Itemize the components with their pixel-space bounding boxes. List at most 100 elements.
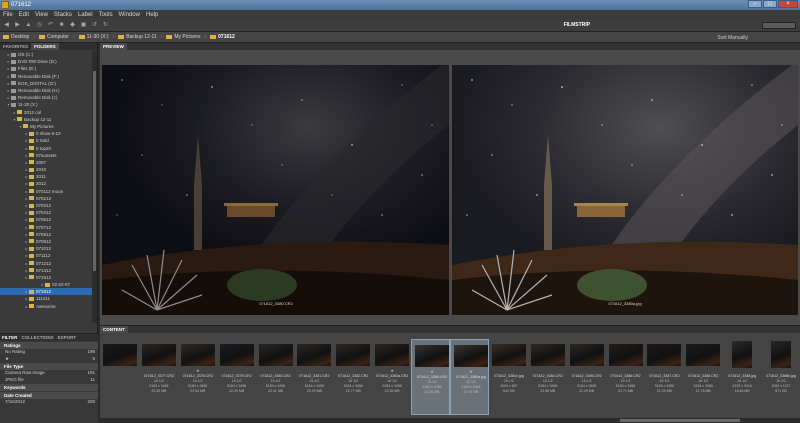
tree-item[interactable]: ▸ 071512 [0, 274, 93, 281]
refine-icon[interactable]: ◆ [69, 22, 76, 29]
tree-item[interactable]: ▸ Awesome [0, 303, 93, 310]
return-icon[interactable]: ↶ [47, 22, 54, 29]
tree-item[interactable]: ▸ 071012 [0, 245, 93, 252]
tree-item[interactable]: ▸ 070112 moon [0, 188, 93, 195]
tree-item[interactable]: ▸ 2012 [0, 180, 93, 187]
menu-stacks[interactable]: Stacks [54, 12, 72, 18]
tree-item[interactable]: ▸ 2011 [0, 173, 93, 180]
tree-item[interactable]: ▸ 070212 [0, 195, 93, 202]
filter-section-header[interactable]: Keywords [0, 384, 98, 391]
forward-icon[interactable]: ▶ [14, 22, 21, 29]
workspace-filmstrip[interactable]: FILMSTRIP [564, 22, 590, 28]
filter-row[interactable]: ★ 5 [0, 356, 98, 363]
tree-item[interactable]: ▸ 071112 [0, 252, 93, 259]
menu-label[interactable]: Label [78, 12, 93, 18]
thumbnail[interactable]: 071612_3385.CR2 15 1/2 5184 x 3456 22.29 MB [567, 339, 605, 415]
tree-item[interactable]: ▸ 2012 cal [0, 109, 93, 116]
menu-view[interactable]: View [35, 12, 48, 18]
tab-favorites[interactable]: FAVORITES [0, 43, 31, 50]
menu-tools[interactable]: Tools [99, 12, 113, 18]
rotate-left-icon[interactable]: ↺ [91, 22, 98, 29]
tree-item[interactable]: ▸ 071212 [0, 259, 93, 266]
tree-item[interactable]: ▸ 111311 [0, 295, 93, 302]
tree-item[interactable]: ▸ 070412 [0, 209, 93, 216]
tab-filter[interactable]: FILTER [2, 334, 17, 341]
tree-item[interactable]: ▸ OS (C:) [0, 51, 93, 58]
thumbnail[interactable]: ★ 071612_3380a.jpg 15 1/2 5184 x 3456 17.42 … [449, 339, 489, 415]
breadcrumb-item[interactable]: Computer › [39, 34, 75, 40]
filter-row[interactable]: 7/16/2012 200 [0, 399, 98, 406]
tree-item[interactable]: ▸ 07sunsets [0, 152, 93, 159]
search-input[interactable] [762, 22, 796, 29]
filmstrip-scrollbar[interactable] [100, 418, 800, 423]
tree-item[interactable]: ▾ My Pictures [0, 123, 93, 130]
thumbnail[interactable]: 071612_3381n.jpg 15 1/2 1000 x 667 642 KB [489, 339, 527, 415]
menu-help[interactable]: Help [146, 12, 158, 18]
sort-dropdown[interactable]: Sort Manually [717, 35, 748, 41]
menu-window[interactable]: Window [119, 12, 140, 18]
thumbnail[interactable]: 071612_3381.CR2 15 1/2 5184 x 3456 23.29 MB [294, 339, 332, 415]
filter-section-header[interactable]: Ratings [0, 342, 98, 349]
tree-item[interactable]: ▸ 0 top20 [0, 144, 93, 151]
tree-item[interactable]: ▸ EOS_DIGITAL (G:) [0, 80, 93, 87]
tree-item[interactable]: ▾ 11-30 (X:) [0, 101, 93, 108]
preview-image-raw[interactable] [102, 65, 449, 315]
tab-folders[interactable]: FOLDERS [31, 43, 59, 50]
tab-content[interactable]: CONTENT [100, 326, 128, 333]
close-icon[interactable]: × [778, 0, 798, 8]
tree-item[interactable]: ▸ 071612 [0, 288, 93, 296]
filter-row[interactable]: JPEG file 11 [0, 377, 98, 384]
minimize-icon[interactable]: – [748, 0, 762, 8]
maximize-icon[interactable]: □ [763, 0, 777, 8]
thumbnail[interactable]: 071612_3387.CR2 15 1/2 5184 x 3456 21.93 MB [644, 339, 682, 415]
thumbnail[interactable]: ★ 071612_3383a.CR2 15 1/2 5184 x 3456 22.26 … [372, 339, 410, 415]
tree-item[interactable]: ▸ 0 Sold [0, 137, 93, 144]
rotate-right-icon[interactable]: ↻ [102, 22, 109, 29]
thumbnail[interactable]: ★ 071612_3380.CR2 15 1/2 5184 x 3456 22.26 M… [411, 339, 450, 415]
breadcrumb-item[interactable]: 071612 [210, 34, 235, 40]
thumbnail[interactable]: 071612_3379.CR2 15 1/2 5184 x 3456 22.29 MB [217, 339, 255, 415]
thumbnail[interactable]: 071612_3388n.jpg 15 1/2 1000 x 1217 571 KB [761, 339, 799, 415]
breadcrumb-item[interactable]: Backup 12-11 › [118, 34, 162, 40]
tree-item[interactable]: ▸ 070312 [0, 202, 93, 209]
tree-item[interactable]: ▸ 2010 [0, 166, 93, 173]
thumbnail[interactable] [100, 339, 138, 415]
thumbnail[interactable]: 071612_3384.CR2 15 1/2 5184 x 3456 22.56 MB [528, 339, 566, 415]
open-icon[interactable]: ▣ [80, 22, 87, 29]
tree-item[interactable]: ▸ 02-22-07 [0, 281, 93, 288]
tree-item[interactable]: ▸ 070612 [0, 216, 93, 223]
filter-section-header[interactable]: Date Created [0, 392, 98, 399]
breadcrumb-item[interactable]: Desktop › [3, 34, 35, 40]
back-icon[interactable]: ◀ [3, 22, 10, 29]
tree-item[interactable]: ▸ 071412 [0, 267, 93, 274]
thumbnail[interactable]: 071612_3380.CR2 15 1/2 5184 x 3456 22.41 MB [256, 339, 294, 415]
tab-collections[interactable]: COLLECTIONS [21, 334, 53, 341]
menu-file[interactable]: File [3, 12, 13, 18]
filter-section-header[interactable]: File Type [0, 363, 98, 370]
tree-item[interactable]: ▸ 0 show 6-10 [0, 130, 93, 137]
tree-item[interactable]: ▸ Removable Disk (F:) [0, 73, 93, 80]
breadcrumb-item[interactable]: My Pictures › [166, 34, 206, 40]
folder-tree-scrollbar[interactable] [92, 51, 97, 323]
recent-icon[interactable]: ◷ [36, 22, 43, 29]
tree-item[interactable]: ▸ Removable Disk (I:) [0, 94, 93, 101]
tab-preview[interactable]: PREVIEW [100, 43, 127, 50]
tree-item[interactable]: ▾ Backup 12-11 [0, 116, 93, 123]
tree-item[interactable]: ▸ DVD RW Drive (D:) [0, 58, 93, 65]
preview-image-jpg[interactable] [452, 65, 798, 315]
breadcrumb-item[interactable]: 11-30 (X:) › [78, 34, 114, 40]
thumbnail[interactable]: 071612_3388.CR2 15 1/2 5184 x 3456 21.78 MB [683, 339, 721, 415]
tree-item[interactable]: ▸ 070712 [0, 224, 93, 231]
thumbnail[interactable]: 071612_3388.jpg 15 1/2 4375 x 3916 16.66 MB [722, 339, 760, 415]
tree-item[interactable]: ▸ Removable Disk (H:) [0, 87, 93, 94]
thumbnail[interactable]: 071612_3386.CR2 15 1/2 5184 x 3456 21.71 MB [606, 339, 644, 415]
up-folder-icon[interactable]: ▲ [25, 22, 32, 29]
tree-item[interactable]: ▸ 070812 [0, 231, 93, 238]
tree-item[interactable]: ▸ 070912 [0, 238, 93, 245]
tab-export[interactable]: EXPORT [58, 334, 77, 341]
menu-edit[interactable]: Edit [19, 12, 29, 18]
thumbnail[interactable]: 071612_3377.CR2 15 1/2 5184 x 3456 22.39 MB [139, 339, 177, 415]
tree-item[interactable]: ▸ Files (E:) [0, 65, 93, 72]
tree-item[interactable]: ▸ 2007 [0, 159, 93, 166]
camera-icon[interactable]: ■ [58, 22, 65, 29]
